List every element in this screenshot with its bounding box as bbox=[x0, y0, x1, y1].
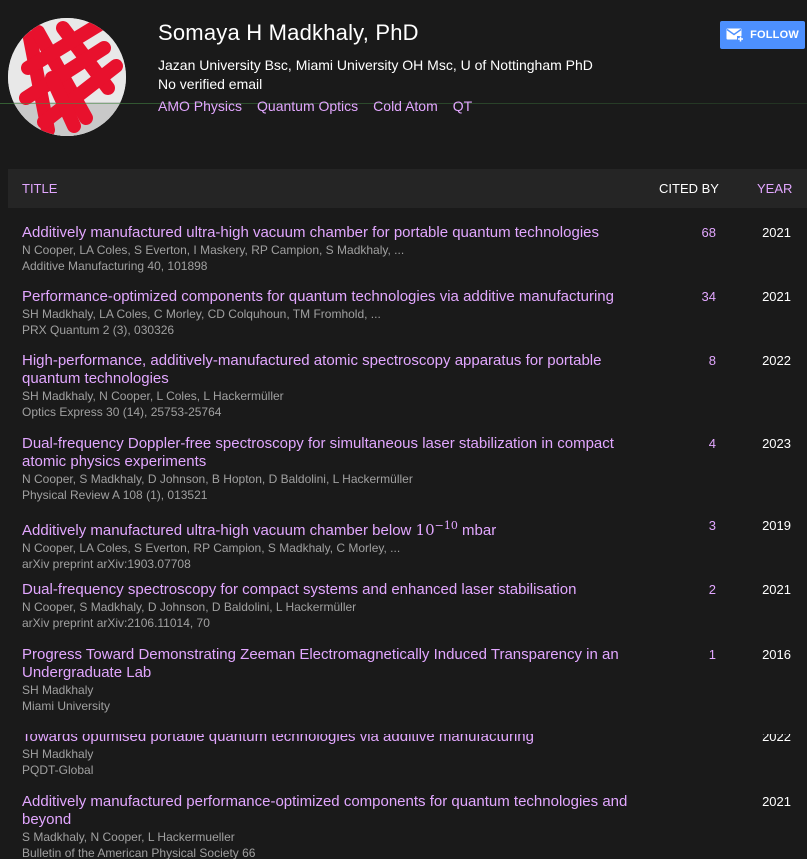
article-authors: N Cooper, LA Coles, S Everton, I Maskery… bbox=[22, 243, 405, 257]
interest-list: AMO Physics Quantum Optics Cold Atom QT bbox=[158, 98, 472, 114]
table-row: Dual-frequency spectroscopy for compact … bbox=[22, 581, 802, 631]
mail-plus-icon bbox=[726, 28, 745, 42]
article-authors: SH Madkhaly, N Cooper, L Coles, L Hacker… bbox=[22, 389, 284, 403]
article-authors: S Madkhaly, N Cooper, L Hackermueller bbox=[22, 830, 235, 844]
article-title[interactable]: Dual-frequency Doppler-free spectroscopy… bbox=[22, 435, 632, 471]
article-title[interactable]: Additively manufactured performance-opti… bbox=[22, 793, 632, 829]
math-exponent: −10 bbox=[434, 519, 458, 532]
article-title[interactable]: Towards optimised portable quantum techn… bbox=[22, 734, 632, 746]
article-year: 2016 bbox=[762, 647, 791, 662]
interest-link[interactable]: QT bbox=[453, 98, 472, 114]
cited-by-count[interactable]: 8 bbox=[682, 352, 716, 370]
article-year: 2021 bbox=[762, 225, 791, 240]
article-authors: N Cooper, S Madkhaly, D Johnson, B Hopto… bbox=[22, 472, 413, 486]
title-text: Additively manufactured ultra-high vacuu… bbox=[22, 522, 416, 539]
article-authors: N Cooper, S Madkhaly, D Johnson, D Baldo… bbox=[22, 600, 357, 614]
avatar bbox=[8, 18, 126, 136]
table-header: TITLE CITED BY YEAR bbox=[8, 169, 807, 208]
redaction-scribble bbox=[8, 18, 126, 136]
article-title[interactable]: Additively manufactured ultra-high vacuu… bbox=[22, 517, 632, 540]
article-venue: Additive Manufacturing 40, 101898 bbox=[22, 259, 208, 273]
article-year: 2023 bbox=[762, 436, 791, 451]
title-text: mbar bbox=[457, 522, 497, 539]
cited-by-count[interactable]: 3 bbox=[682, 517, 716, 535]
article-venue: Optics Express 30 (14), 25753-25764 bbox=[22, 405, 222, 419]
article-year: 2021 bbox=[762, 582, 791, 597]
article-title[interactable]: Additively manufactured ultra-high vacuu… bbox=[22, 224, 632, 242]
article-title[interactable]: High-performance, additively-manufacture… bbox=[22, 352, 632, 388]
cited-by-count[interactable]: 2 bbox=[682, 581, 716, 599]
article-authors: SH Madkhaly bbox=[22, 747, 94, 761]
table-row: Additively manufactured ultra-high vacuu… bbox=[22, 224, 802, 274]
article-year: 2022 bbox=[762, 353, 791, 368]
follow-label: FOLLOW bbox=[750, 29, 799, 41]
article-year: 2021 bbox=[762, 794, 791, 809]
cited-by-count[interactable]: 34 bbox=[682, 288, 716, 306]
column-cited-by[interactable]: CITED BY bbox=[659, 181, 719, 196]
table-row: Towards optimised portable quantum techn… bbox=[22, 729, 802, 778]
interest-link[interactable]: Cold Atom bbox=[373, 98, 438, 114]
profile-affiliation: Jazan University Bsc, Miami University O… bbox=[158, 57, 593, 73]
article-title[interactable]: Performance-optimized components for qua… bbox=[22, 288, 632, 306]
article-title[interactable]: Progress Toward Demonstrating Zeeman Ele… bbox=[22, 646, 632, 682]
article-venue: PQDT-Global bbox=[22, 763, 94, 777]
article-venue: arXiv preprint arXiv:2106.11014, 70 bbox=[22, 616, 210, 630]
table-row: Dual-frequency Doppler-free spectroscopy… bbox=[22, 435, 802, 503]
interest-link[interactable]: AMO Physics bbox=[158, 98, 242, 114]
table-row: High-performance, additively-manufacture… bbox=[22, 352, 802, 420]
cited-by-count[interactable]: 68 bbox=[682, 224, 716, 242]
article-authors: N Cooper, LA Coles, S Everton, RP Campio… bbox=[22, 541, 401, 555]
article-venue: Physical Review A 108 (1), 013521 bbox=[22, 488, 208, 502]
interest-link[interactable]: Quantum Optics bbox=[257, 98, 358, 114]
math-expression: 10−10 bbox=[415, 519, 458, 539]
article-year: 2022 bbox=[762, 729, 791, 744]
article-venue: Miami University bbox=[22, 699, 111, 713]
article-venue: PRX Quantum 2 (3), 030326 bbox=[22, 323, 175, 337]
table-row: Performance-optimized components for qua… bbox=[22, 288, 802, 338]
article-title[interactable]: Dual-frequency spectroscopy for compact … bbox=[22, 581, 632, 599]
table-row: Additively manufactured ultra-high vacuu… bbox=[22, 517, 802, 572]
column-title[interactable]: TITLE bbox=[22, 181, 57, 196]
cited-by-count[interactable]: 1 bbox=[682, 646, 716, 664]
article-authors: SH Madkhaly bbox=[22, 683, 94, 697]
follow-button[interactable]: FOLLOW bbox=[720, 21, 805, 49]
profile-name: Somaya H Madkhaly, PhD bbox=[158, 20, 419, 45]
article-venue: arXiv preprint arXiv:1903.07708 bbox=[22, 557, 191, 571]
table-row: Progress Toward Demonstrating Zeeman Ele… bbox=[22, 646, 802, 714]
article-year: 2019 bbox=[762, 518, 791, 533]
cited-by-count[interactable]: 4 bbox=[682, 435, 716, 453]
article-year: 2021 bbox=[762, 289, 791, 304]
profile-page: Somaya H Madkhaly, PhD Jazan University … bbox=[0, 0, 807, 859]
article-venue: Bulletin of the American Physical Societ… bbox=[22, 846, 256, 859]
article-authors: SH Madkhaly, LA Coles, C Morley, CD Colq… bbox=[22, 307, 381, 321]
profile-email-status: No verified email bbox=[158, 76, 263, 92]
column-year[interactable]: YEAR bbox=[757, 181, 792, 196]
math-base: 10 bbox=[415, 521, 435, 539]
table-row: Additively manufactured performance-opti… bbox=[22, 793, 802, 859]
